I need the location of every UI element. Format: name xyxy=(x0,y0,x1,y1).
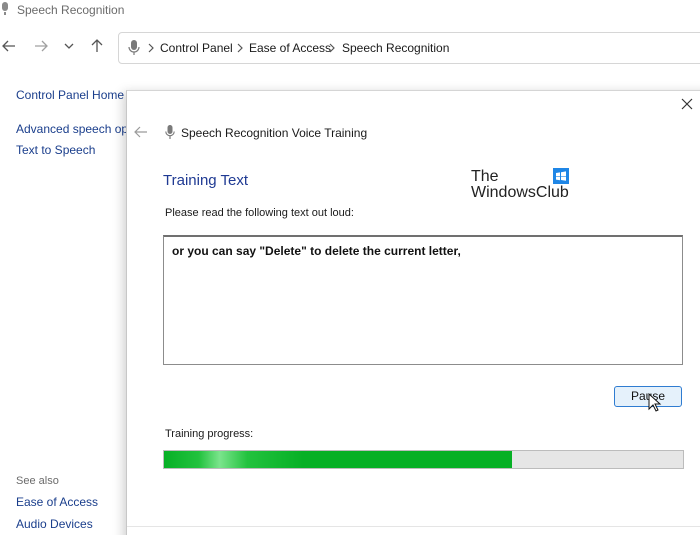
up-button[interactable] xyxy=(88,36,106,56)
chevron-down-icon xyxy=(64,43,74,49)
microphone-icon xyxy=(165,125,175,139)
navigation-bar: Control Panel Ease of Access Speech Reco… xyxy=(0,22,700,70)
training-text-box: or you can say "Delete" to delete the cu… xyxy=(163,235,683,365)
voice-training-dialog: Speech Recognition Voice Training Traini… xyxy=(126,90,700,535)
text-to-speech-link[interactable]: Text to Speech xyxy=(16,143,95,157)
address-bar[interactable]: Control Panel Ease of Access Speech Reco… xyxy=(118,32,700,64)
see-also-label: See also xyxy=(16,475,59,487)
ease-of-access-link[interactable]: Ease of Access xyxy=(16,495,98,509)
back-arrow-icon xyxy=(2,40,15,52)
windows-logo-icon xyxy=(553,168,569,184)
audio-devices-link[interactable]: Audio Devices xyxy=(16,517,93,531)
microphone-icon xyxy=(2,2,8,15)
breadcrumb-speech-recognition[interactable]: Speech Recognition xyxy=(342,41,449,55)
recent-locations-button[interactable] xyxy=(60,36,78,56)
watermark-line-2: WindowsClub xyxy=(471,184,569,201)
dialog-divider xyxy=(127,526,700,527)
windowsclub-watermark: The WindowsClub xyxy=(471,168,581,204)
forward-arrow-icon xyxy=(35,40,48,52)
breadcrumb-ease-of-access[interactable]: Ease of Access xyxy=(249,41,331,55)
section-title: Training Text xyxy=(163,172,249,189)
control-panel-home-link[interactable]: Control Panel Home xyxy=(16,88,124,102)
breadcrumb-separator-icon xyxy=(329,43,335,53)
advanced-speech-options-link[interactable]: Advanced speech opti xyxy=(16,122,134,136)
back-arrow-icon[interactable] xyxy=(134,125,148,139)
training-progress-bar xyxy=(163,450,684,469)
mouse-cursor-icon xyxy=(648,393,662,412)
breadcrumb-control-panel[interactable]: Control Panel xyxy=(160,41,233,55)
back-button[interactable] xyxy=(0,36,18,56)
training-text: or you can say "Delete" to delete the cu… xyxy=(172,244,461,258)
training-progress-fill xyxy=(164,451,512,468)
breadcrumb-separator-icon xyxy=(148,43,154,53)
breadcrumb-separator-icon xyxy=(237,43,243,53)
up-arrow-icon xyxy=(91,39,103,52)
forward-button[interactable] xyxy=(32,36,50,56)
instruction-text: Please read the following text out loud: xyxy=(165,207,354,219)
title-bar: Speech Recognition xyxy=(0,0,700,22)
training-progress-label: Training progress: xyxy=(165,428,254,440)
close-icon[interactable] xyxy=(679,96,695,112)
microphone-icon xyxy=(128,40,140,55)
dialog-title: Speech Recognition Voice Training xyxy=(181,126,368,140)
window-title: Speech Recognition xyxy=(17,3,125,17)
